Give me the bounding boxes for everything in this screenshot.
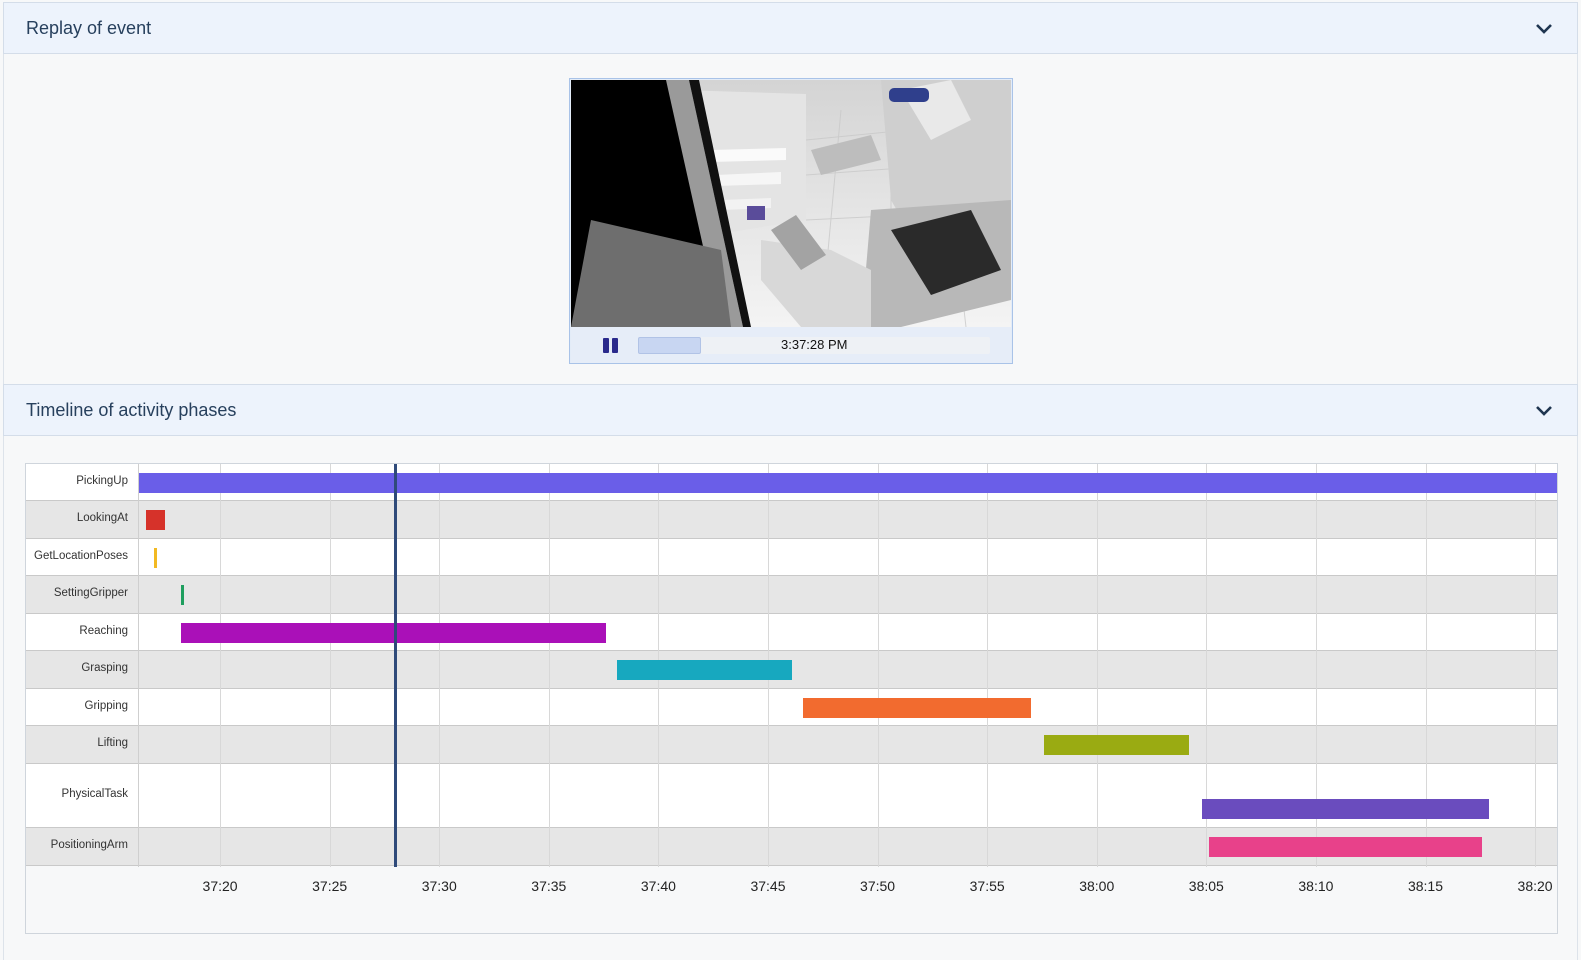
playback-time: 3:37:28 PM <box>781 337 848 352</box>
x-tick-label: 38:00 <box>1079 878 1115 894</box>
timeline-row-label: PickingUp <box>76 474 128 487</box>
chevron-down-icon[interactable] <box>1535 21 1553 35</box>
replay-panel-header[interactable]: Replay of event <box>3 2 1578 54</box>
video-player: 3:37:28 PM <box>569 78 1013 364</box>
timeline-row-label: Grasping <box>81 662 128 674</box>
phase-bar-lifting[interactable] <box>1044 735 1189 755</box>
gridline <box>329 464 331 867</box>
x-tick-label: 37:50 <box>860 878 896 894</box>
timeline-row-label: GetLocationPoses <box>34 549 128 562</box>
pause-icon[interactable] <box>603 338 619 353</box>
x-tick-label: 38:10 <box>1298 878 1334 894</box>
timeline-panel-title: Timeline of activity phases <box>26 400 237 420</box>
x-tick-label: 37:35 <box>531 878 567 894</box>
playback-cursor-line[interactable] <box>394 464 398 867</box>
timeline-row-label: LookingAt <box>76 512 128 524</box>
timeline-panel-header[interactable]: Timeline of activity phases <box>3 384 1578 436</box>
phase-bar-positioningarm[interactable] <box>1208 837 1483 857</box>
x-tick-label: 37:40 <box>640 878 676 894</box>
phase-bar-settinggripper[interactable] <box>180 585 184 605</box>
seek-bar-progress <box>638 337 702 354</box>
video-controls: 3:37:28 PM <box>571 327 1011 363</box>
phase-bar-physicaltask[interactable] <box>1201 799 1490 819</box>
gridline <box>1096 464 1098 867</box>
timeline-row-label: SettingGripper <box>53 587 128 599</box>
x-tick-label: 37:30 <box>421 878 457 894</box>
phase-bar-reaching[interactable] <box>180 622 606 643</box>
x-tick-label: 37:25 <box>312 878 348 894</box>
timeline-row-label: Gripping <box>84 699 128 712</box>
gridline <box>439 464 441 867</box>
gridline <box>220 464 222 867</box>
phase-bar-pickingup[interactable] <box>139 472 1557 493</box>
robot-scene-image <box>571 80 1011 327</box>
replay-panel-title: Replay of event <box>26 18 152 38</box>
gridline <box>877 464 879 867</box>
timeline-row-label: PhysicalTask <box>61 788 128 800</box>
timeline-row-label: Reaching <box>79 624 128 637</box>
gridline <box>987 464 989 867</box>
chevron-down-icon[interactable] <box>1535 403 1553 417</box>
phase-bar-getlocationposes[interactable] <box>154 547 158 568</box>
timeline-row-label: Lifting <box>97 737 128 749</box>
phase-bar-gripping[interactable] <box>803 697 1031 718</box>
timeline-plot-area <box>139 464 1557 867</box>
x-tick-label: 38:15 <box>1407 878 1444 894</box>
gridline <box>1535 464 1537 867</box>
x-tick-label: 37:45 <box>750 878 786 894</box>
phase-bar-lookingat[interactable] <box>145 510 166 530</box>
gridline <box>548 464 550 867</box>
x-tick-label: 37:20 <box>202 878 238 894</box>
x-tick-label: 37:55 <box>969 878 1005 894</box>
video-frame[interactable] <box>571 80 1011 327</box>
phase-bar-grasping[interactable] <box>616 660 793 680</box>
activity-timeline-chart: PickingUp LookingAt GetLocationPoses Settin… <box>25 463 1558 934</box>
timeline-row-label: PositioningArm <box>50 839 128 851</box>
x-tick-label: 38:20 <box>1517 878 1553 894</box>
x-tick-label: 38:05 <box>1188 878 1224 894</box>
